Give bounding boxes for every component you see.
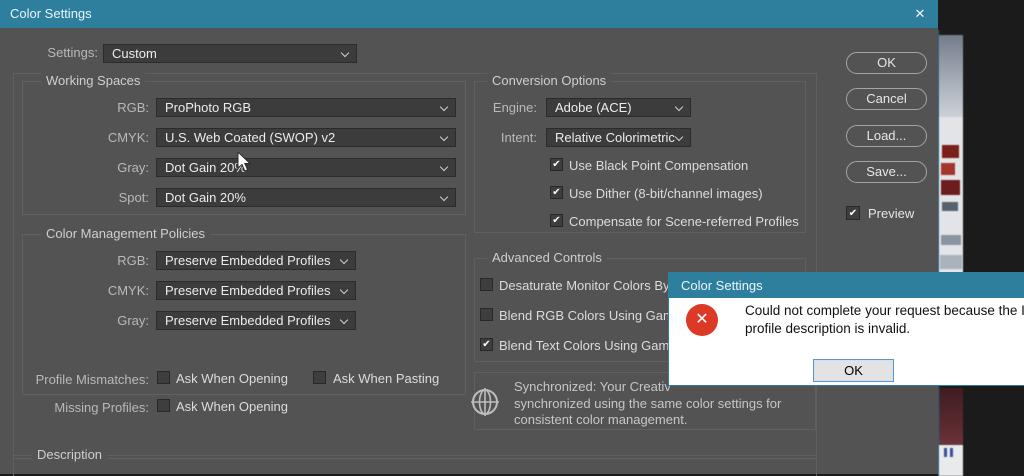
sync-text-line3: consistent color management. [514, 412, 687, 427]
ask-when-pasting-checkbox[interactable] [313, 371, 326, 384]
error-dialog-title: Color Settings [681, 278, 763, 293]
sync-text-line1: Synchronized: Your Creativ [514, 379, 671, 394]
chevron-down-icon [340, 286, 348, 294]
intent-label: Intent: [475, 130, 537, 145]
rgb-label: RGB: [43, 100, 149, 115]
gray-working-space-dropdown[interactable]: Dot Gain 20% [156, 158, 456, 177]
cmyk-working-space-dropdown[interactable]: U.S. Web Coated (SWOP) v2 [156, 128, 456, 147]
settings-dropdown[interactable]: Custom [103, 44, 357, 63]
blend-rgb-gamma-checkbox[interactable] [480, 308, 493, 321]
chevron-down-icon [341, 49, 349, 57]
engine-label: Engine: [475, 100, 537, 115]
spot-label: Spot: [43, 190, 149, 205]
error-dialog-titlebar: Color Settings [669, 273, 1024, 298]
dialog-body: Settings: Custom Working Spaces RGB: Pro… [0, 28, 938, 474]
color-management-policies-group: Color Management Policies RGB: Preserve … [22, 234, 466, 395]
group-title: Working Spaces [41, 73, 145, 88]
black-point-compensation-checkbox[interactable]: ✔ [550, 158, 563, 171]
cmyk-label: CMYK: [43, 130, 149, 145]
spot-working-space-dropdown[interactable]: Dot Gain 20% [156, 188, 456, 207]
rgb-working-space-dropdown[interactable]: ProPhoto RGB [156, 98, 456, 117]
dialog-title: Color Settings [10, 6, 92, 21]
photo-fragment [939, 388, 963, 445]
profile-mismatches-label: Profile Mismatches: [31, 372, 149, 387]
cmyk-policy-dropdown[interactable]: Preserve Embedded Profiles [156, 281, 356, 300]
document-canvas-sliver [938, 30, 963, 476]
chevron-down-icon [340, 256, 348, 264]
group-title: Description [32, 447, 107, 462]
chevron-down-icon [440, 193, 448, 201]
error-ok-button[interactable]: OK [813, 359, 894, 382]
color-settings-dialog: Color Settings ✕ Settings: Custom Workin… [0, 0, 938, 474]
settings-label: Settings: [30, 45, 98, 60]
group-title: Advanced Controls [487, 250, 607, 265]
screen: Color Settings ✕ Settings: Custom Workin… [0, 0, 1024, 476]
gray-label: Gray: [43, 160, 149, 175]
chevron-down-icon [440, 133, 448, 141]
sync-text-line2: synchronized using the same color settin… [514, 396, 781, 411]
use-dither-checkbox[interactable]: ✔ [550, 186, 563, 199]
gray-label: Gray: [43, 313, 149, 328]
blend-text-gamma-checkbox[interactable]: ✔ [480, 338, 493, 351]
chevron-down-icon [675, 133, 683, 141]
cmyk-label: CMYK: [43, 283, 149, 298]
error-icon: ✕ [686, 304, 718, 336]
chevron-down-icon [675, 103, 683, 111]
engine-dropdown[interactable]: Adobe (ACE) [546, 98, 691, 117]
intent-dropdown[interactable]: Relative Colorimetric [546, 128, 691, 147]
error-dialog: Color Settings ✕ Could not complete your… [668, 272, 1024, 386]
ask-when-opening-checkbox[interactable] [157, 371, 170, 384]
preview-checkbox[interactable]: ✔ [846, 206, 860, 220]
group-title: Color Management Policies [41, 226, 210, 241]
chevron-down-icon [340, 316, 348, 324]
description-group: Description [13, 455, 817, 476]
mouse-cursor-icon [237, 152, 251, 173]
conversion-options-group: Conversion Options Engine: Adobe (ACE) I… [474, 81, 806, 233]
sync-globe-icon [469, 386, 501, 418]
photo-fragment [939, 35, 963, 117]
cancel-button[interactable]: Cancel [846, 88, 927, 110]
preview-label: Preview [868, 206, 914, 221]
error-message-line1: Could not complete your request because … [745, 303, 1024, 318]
rgb-label: RGB: [43, 253, 149, 268]
desaturate-monitor-checkbox[interactable] [480, 278, 493, 291]
error-message-line2: profile description is invalid. [745, 321, 910, 336]
ok-button[interactable]: OK [846, 52, 927, 74]
missing-ask-when-opening-checkbox[interactable] [157, 399, 170, 412]
gray-policy-dropdown[interactable]: Preserve Embedded Profiles [156, 311, 356, 330]
group-title: Conversion Options [487, 73, 611, 88]
chevron-down-icon [440, 103, 448, 111]
save-button[interactable]: Save... [846, 161, 927, 183]
missing-profiles-label: Missing Profiles: [31, 400, 149, 415]
working-spaces-group: Working Spaces RGB: ProPhoto RGB CMYK: U… [22, 81, 466, 215]
scene-referred-checkbox[interactable]: ✔ [550, 214, 563, 227]
dialog-titlebar: Color Settings ✕ [0, 0, 938, 28]
close-icon[interactable]: ✕ [905, 4, 935, 24]
load-button[interactable]: Load... [846, 125, 927, 147]
rgb-policy-dropdown[interactable]: Preserve Embedded Profiles [156, 251, 356, 270]
chevron-down-icon [440, 163, 448, 171]
